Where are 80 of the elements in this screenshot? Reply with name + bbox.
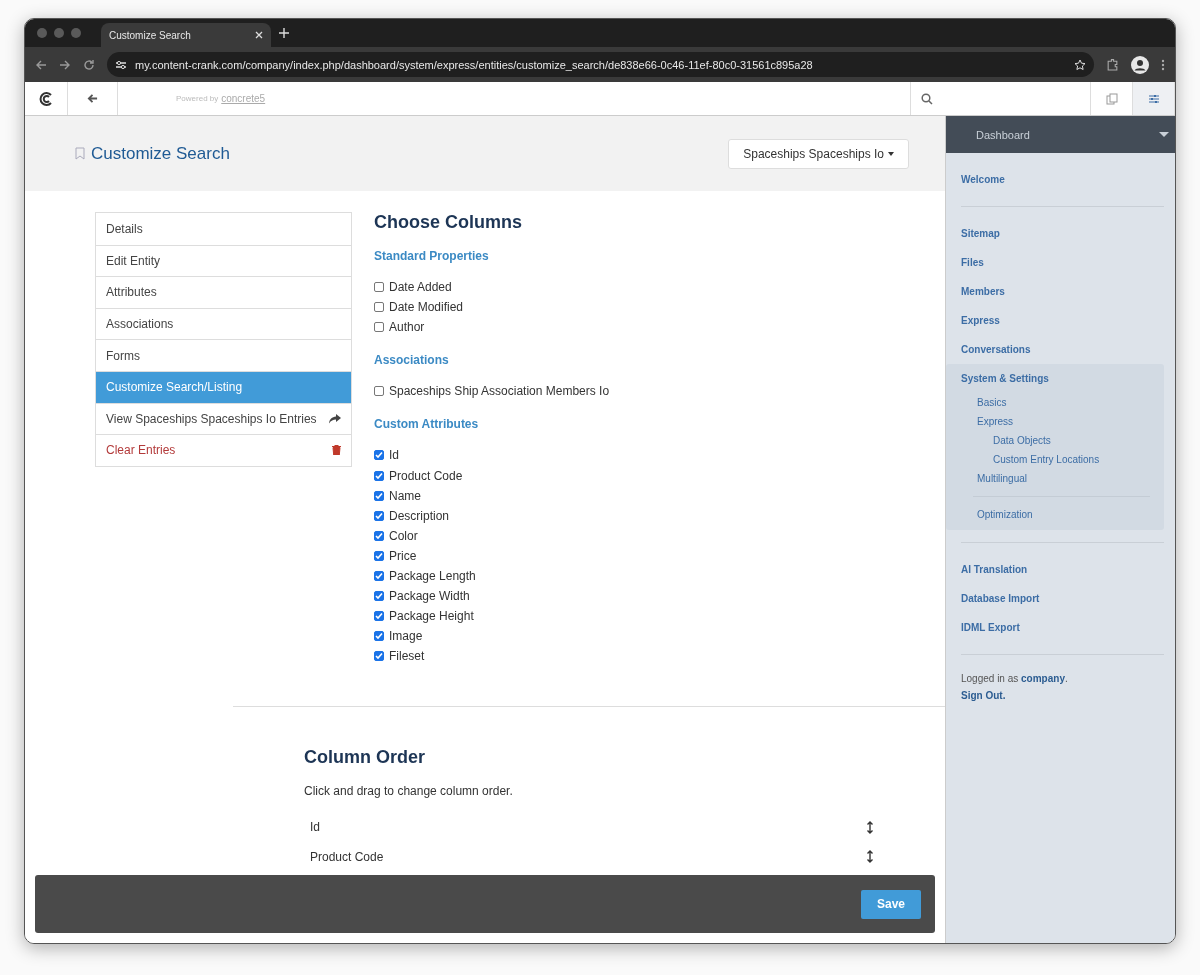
sidebar-link[interactable]: Data Objects (961, 431, 1164, 450)
more-icon[interactable] (1161, 58, 1165, 71)
order-hint: Click and drag to change column order. (304, 784, 514, 799)
sidebar-link[interactable]: Database Import (961, 584, 1164, 613)
checkbox-option[interactable]: Package Width (374, 586, 945, 607)
checkmark-icon (375, 451, 383, 460)
sortable-row[interactable]: Product Code (304, 841, 901, 872)
checkbox-option[interactable]: Author (374, 317, 945, 338)
sortable-row[interactable]: Id (304, 812, 901, 842)
sidebar-link[interactable]: Basics (961, 393, 1164, 412)
checkbox-option[interactable]: Date Modified (374, 297, 945, 318)
sidebar-link[interactable]: IDML Export (961, 613, 1164, 642)
checkmark-icon (375, 551, 383, 560)
checkbox-option[interactable]: Spaceships Ship Association Members Io (374, 381, 945, 402)
caret-icon (888, 151, 894, 156)
sidebar-link[interactable]: Custom Entry Locations (961, 450, 1164, 469)
checkmark-icon (375, 491, 383, 500)
sidebar-link[interactable]: Sitemap (961, 219, 1164, 248)
section-heading: Choose Columns (374, 212, 523, 233)
star-icon[interactable] (1074, 58, 1086, 71)
sidebar-header[interactable]: Dashboard (946, 116, 1175, 153)
reload-icon[interactable] (83, 58, 95, 71)
checkbox-option[interactable]: Price (374, 545, 945, 566)
checkbox-option[interactable]: Package Height (374, 606, 945, 627)
sidebar-link[interactable]: AI Translation (961, 555, 1164, 584)
sidebar-link[interactable]: Welcome (961, 165, 1164, 194)
trash-icon (332, 445, 341, 456)
checkbox-option[interactable]: Name (374, 485, 945, 506)
checkbox-option[interactable]: Product Code (374, 465, 945, 486)
sidebar-link[interactable]: System & Settings (961, 364, 1164, 393)
browser-tab[interactable]: Customize Search (101, 23, 271, 47)
checkbox-option[interactable]: Date Added (374, 277, 945, 298)
page-title: Customize Search (91, 143, 231, 164)
checkbox-option[interactable]: Id (374, 445, 945, 466)
sliders-icon[interactable] (1147, 92, 1160, 105)
checkmark-icon (375, 612, 383, 621)
sidebar-link[interactable]: Express (961, 412, 1164, 431)
site-settings-icon (115, 58, 127, 71)
checkbox-option[interactable]: Color (374, 525, 945, 546)
puzzle-icon[interactable] (1106, 58, 1119, 71)
sidebar-link[interactable]: Files (961, 248, 1164, 277)
back-arrow-icon[interactable] (35, 58, 47, 71)
checkmark-icon (375, 511, 383, 520)
checkmark-icon (375, 572, 383, 580)
drag-handle-icon[interactable] (867, 850, 873, 864)
checkmark-icon (375, 652, 383, 661)
new-tab-icon[interactable] (279, 28, 289, 38)
url-text: my.content-crank.com/company/index.php/dashboard/system/express/entities/customize_search/de838e66-0c46-11ef-80c0-31561c895a28 (135, 58, 814, 71)
logged-in-text: Logged in as company. (961, 672, 1069, 684)
section-heading: Column Order (304, 747, 426, 769)
checkbox-option[interactable]: Image (374, 626, 945, 647)
address-bar[interactable]: my.content-crank.com/company/index.php/dashboard/system/express/entities/customize_search/de838e66-0c46-11ef-80c0-31561c895a28 (107, 52, 1094, 77)
share-arrow-icon (329, 413, 341, 424)
checkbox-option[interactable]: Package Length (374, 565, 945, 587)
drag-handle-icon[interactable] (867, 820, 873, 834)
sign-out-link[interactable]: Sign Out. (961, 684, 1164, 710)
group-heading: Custom Attributes (374, 417, 480, 432)
checkmark-icon (375, 531, 383, 540)
group-heading: Associations (374, 353, 450, 368)
entity-dropdown[interactable]: Spaceships Spaceships Io (728, 138, 909, 169)
search-icon (921, 92, 933, 105)
sidebar-link[interactable]: Members (961, 277, 1164, 306)
checkmark-icon (375, 632, 383, 641)
sidebar-link[interactable]: Multilingual (961, 469, 1164, 488)
sidebar-link[interactable]: Express (961, 306, 1164, 335)
checkmark-icon (375, 471, 383, 480)
sidebar-link[interactable]: Optimization (961, 505, 1164, 524)
caret-icon (1159, 132, 1169, 137)
forward-arrow-icon[interactable] (59, 58, 71, 71)
back-arrow-icon[interactable] (87, 93, 98, 104)
checkbox-option[interactable]: Fileset (374, 646, 945, 667)
sidebar-link[interactable]: Conversations (961, 335, 1164, 364)
powered-by-text: Powered by (176, 94, 219, 103)
group-heading: Standard Properties (374, 249, 490, 263)
logo-icon[interactable] (38, 90, 54, 107)
checkbox-option[interactable]: Description (374, 505, 945, 526)
checkmark-icon (375, 592, 383, 601)
profile-icon[interactable] (1131, 55, 1149, 74)
close-icon[interactable] (255, 31, 263, 39)
user-link[interactable]: company (1021, 673, 1065, 684)
